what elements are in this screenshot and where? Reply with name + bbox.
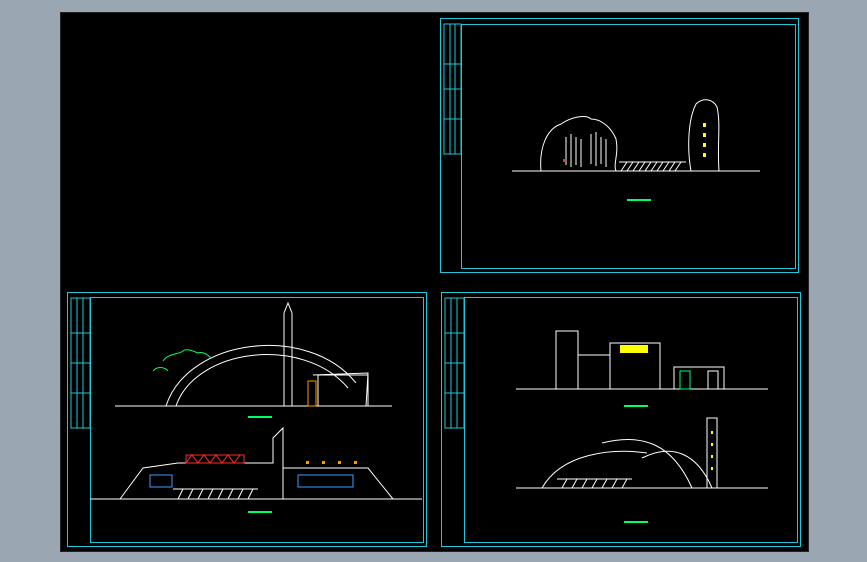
tower [283,301,293,406]
arch-gate-drawing [70,297,422,513]
trees [152,349,212,372]
right-pylon [706,417,718,489]
title-block-strip [70,297,91,429]
truss-diagonals [185,454,241,464]
orange-door [307,380,317,407]
curved-arch-3 [641,450,713,489]
rock-inscription-text [565,132,607,167]
cad-model-space[interactable] [60,12,809,552]
white-door [707,370,719,390]
building-gate-drawing [444,297,768,523]
gate-roof [312,372,369,407]
yellow-pylon-characters [711,431,713,470]
yellow-sign [620,345,648,353]
yellow-characters [703,123,706,157]
red-seal-mark [563,159,566,162]
lower-fence [173,488,258,500]
guardhouse [673,366,725,390]
left-rock-outline [540,116,618,172]
drawing-sheet-rock-gate[interactable] [440,18,799,273]
left-pylon [555,330,579,390]
blue-window-left [149,474,173,488]
drawing-sheet-building-gate[interactable] [441,292,801,547]
blue-window-right [297,474,354,488]
lower-right-slope [283,467,394,500]
orange-marks [306,461,357,464]
title-block-strip [444,297,465,429]
fence [619,161,686,172]
arch-inner [175,354,349,407]
drawing-sheet-arch-gate[interactable] [67,292,427,547]
green-door [679,370,691,390]
rock-gate-drawing [443,23,760,201]
lower-fence [557,478,632,489]
title-block-strip [443,23,462,155]
center-block [577,354,611,390]
gate-building [317,374,369,407]
